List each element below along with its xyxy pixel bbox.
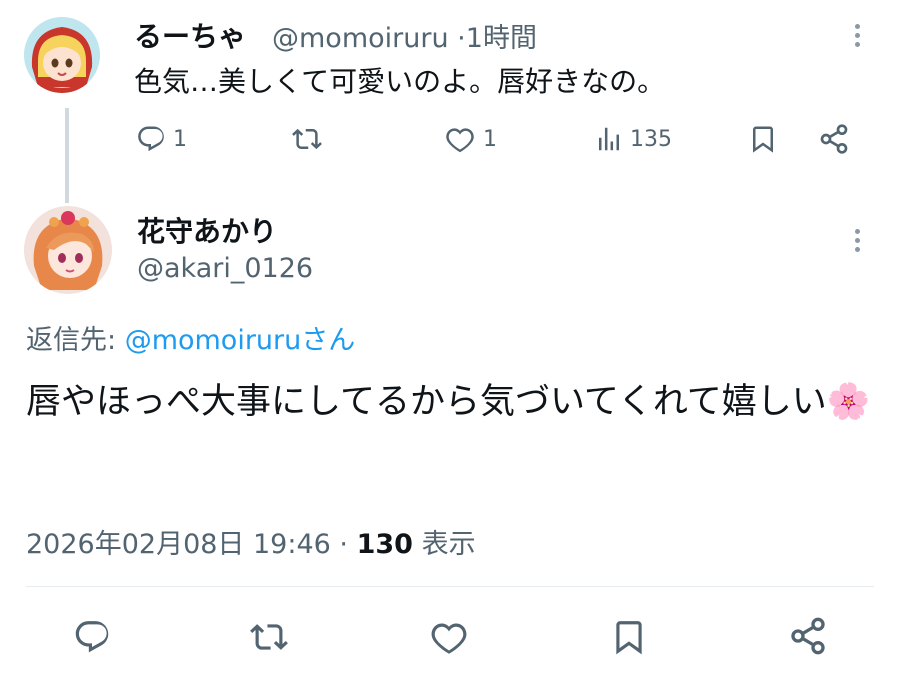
parent-handle-time[interactable]: @momoiruru ·1時間: [272, 16, 537, 55]
views-label: 表示: [421, 529, 476, 560]
dot-separator: ·: [339, 529, 349, 560]
main-avatar-image: [24, 206, 112, 294]
share-button[interactable]: [788, 616, 828, 660]
main-handle[interactable]: @akari_0126: [137, 253, 313, 284]
retweet-button[interactable]: [247, 618, 291, 660]
views-count: 130: [356, 529, 413, 560]
parent-view-count: 135: [630, 126, 672, 152]
parent-handle[interactable]: @momoiruru: [272, 23, 449, 54]
reply-to-suffix: さん: [301, 325, 356, 356]
like-button[interactable]: [428, 618, 470, 660]
bookmark-icon: [753, 126, 773, 153]
parent-share-button[interactable]: [818, 123, 850, 155]
parent-like-button[interactable]: 1: [443, 124, 497, 154]
thread-connector-line: [65, 108, 69, 203]
reply-button[interactable]: [72, 618, 112, 660]
main-avatar[interactable]: [24, 206, 112, 294]
parent-reply-count: 1: [173, 126, 187, 152]
share-icon: [791, 617, 825, 655]
reply-to-handle[interactable]: @momoiruru: [125, 325, 302, 356]
main-display-name[interactable]: 花守あかり: [137, 210, 277, 250]
parent-avatar-image: [24, 17, 100, 93]
reply-to-label: 返信先:: [26, 325, 125, 356]
tweet-datetime[interactable]: 2026年02月08日 19:46: [26, 529, 331, 560]
like-icon: [446, 128, 474, 153]
parent-like-count: 1: [483, 126, 497, 152]
reply-icon: [138, 126, 164, 152]
parent-tweet-text: 色気…美しくて可愛いのよ。唇好きなの。: [134, 65, 666, 98]
parent-more-icon[interactable]: [853, 24, 861, 47]
views-icon: [599, 127, 619, 151]
parent-avatar[interactable]: [24, 17, 100, 93]
like-icon: [431, 623, 467, 654]
parent-time[interactable]: 1時間: [466, 23, 537, 54]
parent-display-name[interactable]: るーちゃ: [134, 15, 246, 55]
reply-icon: [75, 621, 109, 653]
parent-reply-button[interactable]: 1: [135, 124, 187, 154]
parent-bookmark-button[interactable]: [748, 123, 778, 155]
retweet-icon: [250, 624, 288, 650]
bookmark-icon: [616, 621, 642, 655]
parent-views-button[interactable]: 135: [594, 124, 672, 154]
share-icon: [820, 124, 848, 154]
main-tweet-text: 唇やほっぺ大事にしてるから気づいてくれて嬉しい🌸: [26, 382, 871, 422]
dot-separator: ·: [457, 23, 466, 54]
retweet-icon: [292, 128, 322, 150]
parent-retweet-button[interactable]: [289, 124, 325, 154]
reply-to-line: 返信先: @momoiruruさん: [26, 318, 355, 357]
divider: [26, 586, 874, 587]
tweet-meta: 2026年02月08日 19:46 · 130 表示: [26, 522, 476, 561]
bookmark-button[interactable]: [610, 616, 648, 662]
main-more-icon[interactable]: [853, 229, 861, 252]
